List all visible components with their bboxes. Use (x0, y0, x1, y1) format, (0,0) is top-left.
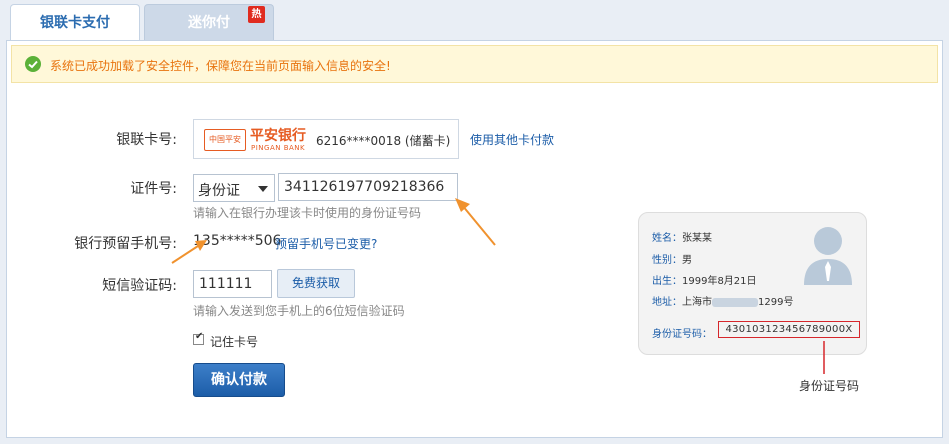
arrow-phone-head (195, 240, 207, 251)
arrow-phone-line (171, 245, 199, 264)
annotation-arrows (171, 198, 825, 374)
arrow-id-head (455, 198, 470, 212)
arrow-id-line (461, 204, 496, 246)
